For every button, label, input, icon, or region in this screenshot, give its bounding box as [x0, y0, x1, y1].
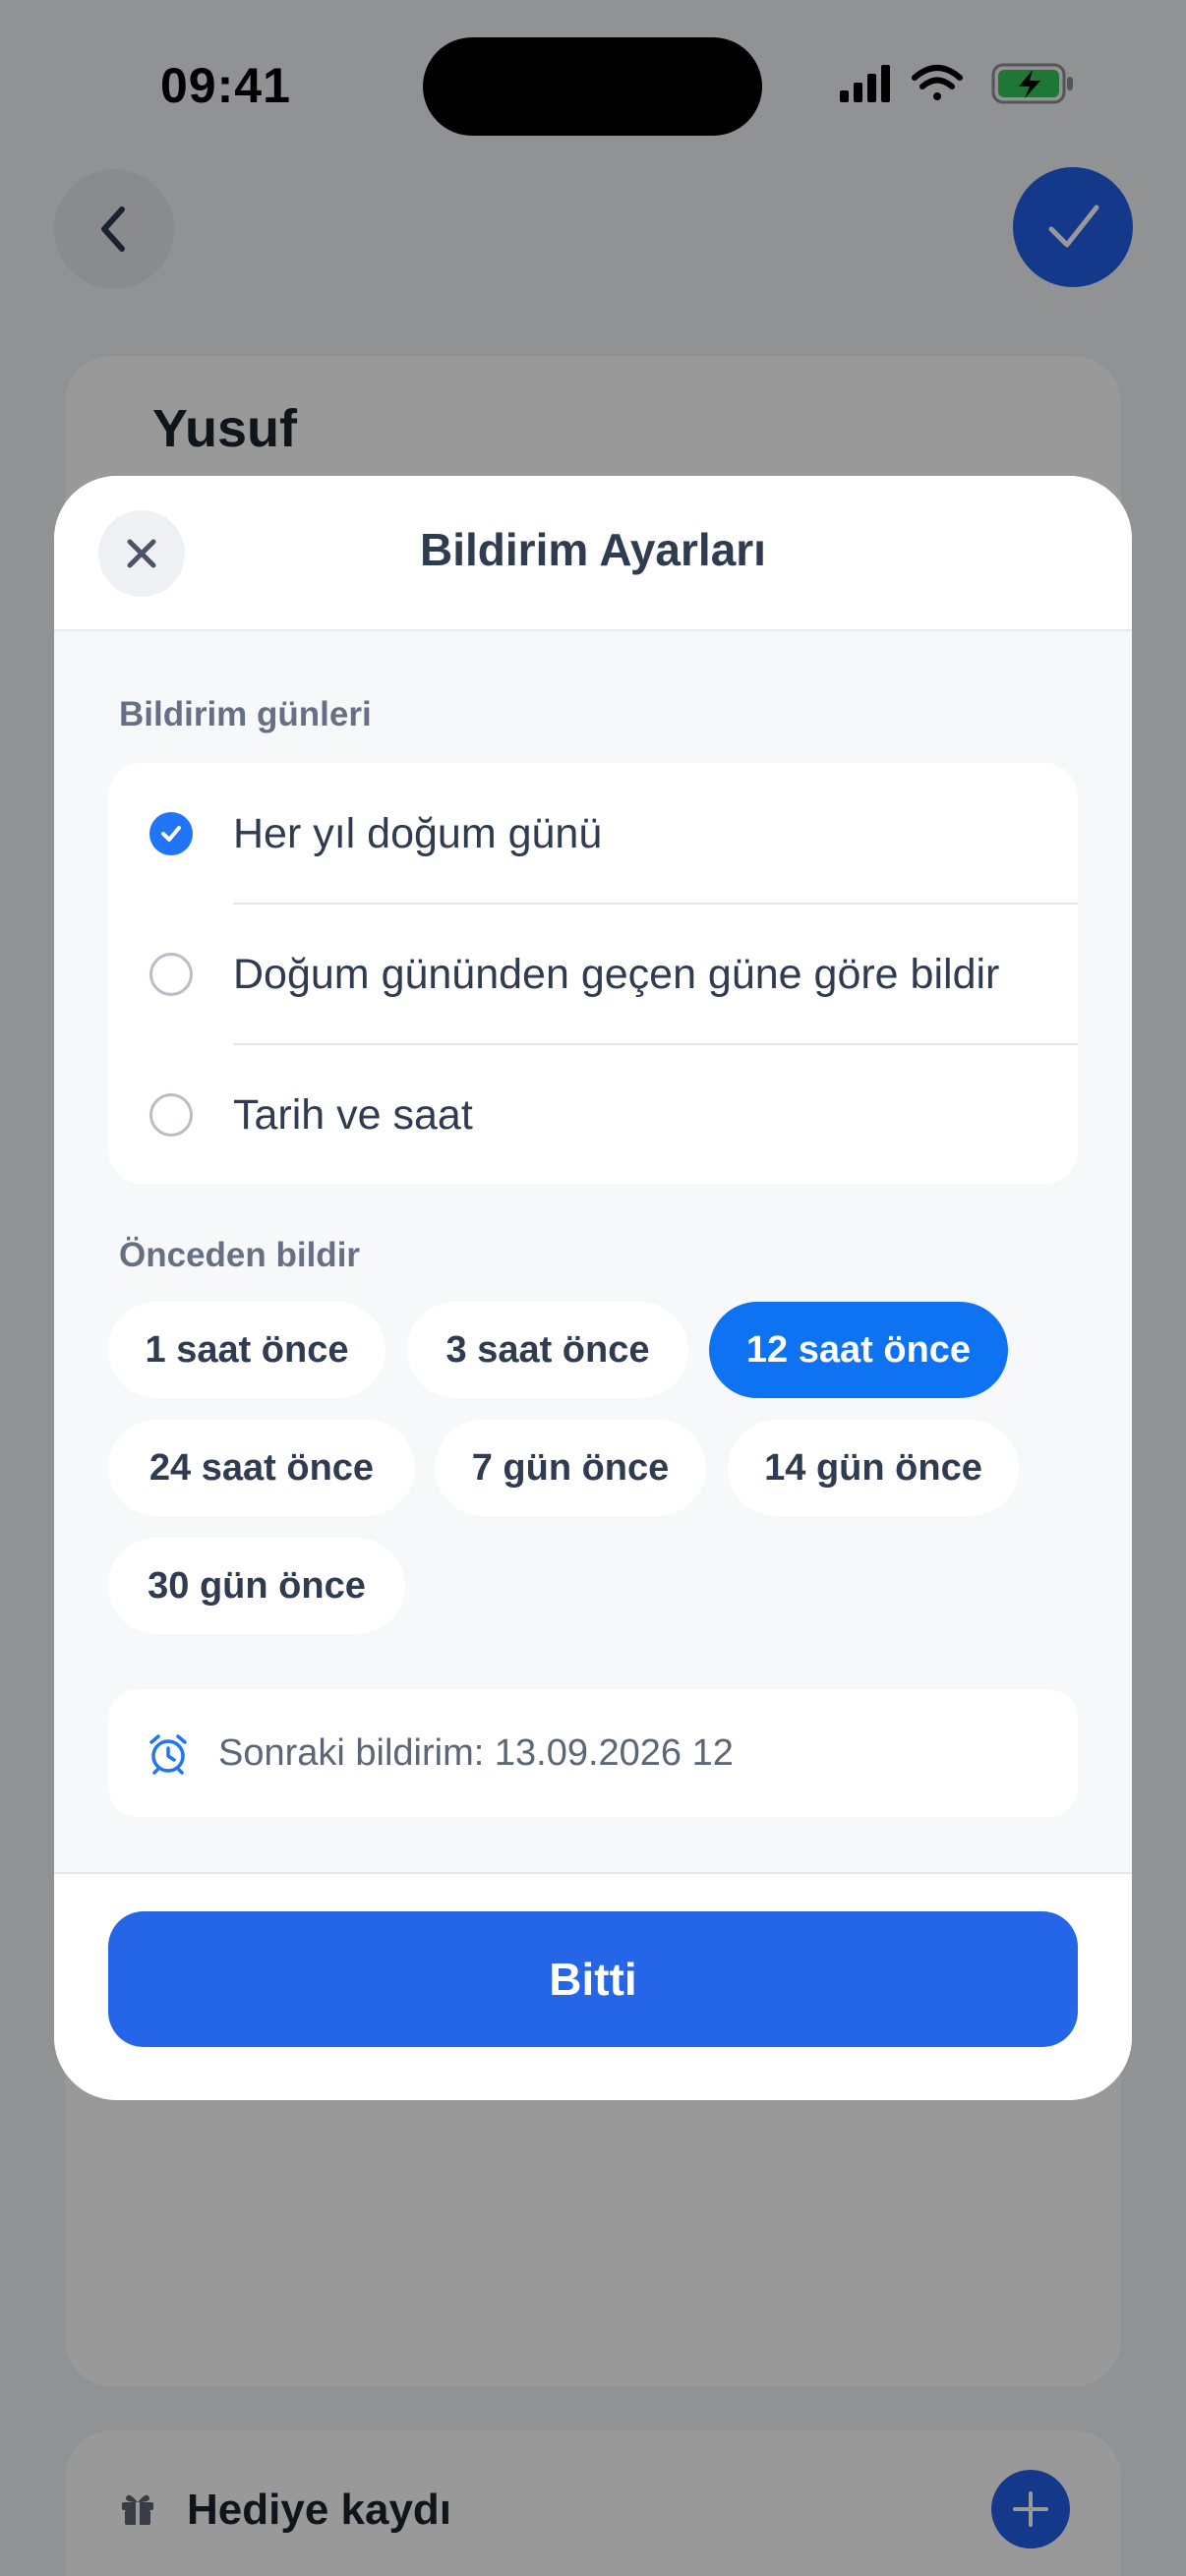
radio-unchecked-icon[interactable]: [149, 953, 193, 996]
option-every-year-birthday[interactable]: Her yıl doğum günü: [108, 763, 1078, 903]
advance-notice-chips: 1 saat önce 3 saat önce 12 saat önce 24 …: [108, 1302, 1078, 1636]
next-notification-text: Sonraki bildirim: 13.09.2026 12: [218, 1732, 734, 1774]
sheet-title: Bildirim Ayarları: [420, 524, 766, 575]
advance-section-label: Önceden bildir: [119, 1236, 361, 1274]
chip-12-hours[interactable]: 12 saat önce: [709, 1302, 1008, 1398]
next-notification-info: Sonraki bildirim: 13.09.2026 12: [108, 1689, 1078, 1817]
chip-30-days[interactable]: 30 gün önce: [108, 1538, 405, 1634]
checkmark-icon: [161, 826, 181, 842]
sheet-header: Bildirim Ayarları: [54, 476, 1132, 631]
option-days-since-birthday[interactable]: Doğum gününden geçen güne göre bildir: [108, 904, 1078, 1043]
option-label: Doğum gününden geçen güne göre bildir: [233, 951, 1000, 998]
option-date-and-time[interactable]: Tarih ve saat: [108, 1044, 1078, 1184]
chip-3-hours[interactable]: 3 saat önce: [407, 1302, 688, 1398]
chip-24-hours[interactable]: 24 saat önce: [108, 1420, 415, 1516]
chip-14-days[interactable]: 14 gün önce: [728, 1420, 1019, 1516]
sheet-footer: Bitti: [54, 1872, 1132, 2100]
option-label: Her yıl doğum günü: [233, 810, 603, 857]
chip-1-hour[interactable]: 1 saat önce: [108, 1302, 385, 1398]
alarm-clock-icon: [149, 1734, 187, 1775]
chip-7-days[interactable]: 7 gün önce: [435, 1420, 706, 1516]
done-button[interactable]: Bitti: [108, 1911, 1078, 2047]
radio-checked-icon[interactable]: [149, 812, 193, 855]
notification-days-options: Her yıl doğum günü Doğum gününden geçen …: [108, 763, 1078, 1184]
notification-settings-sheet: Bildirim Ayarları Bildirim günleri Her y…: [54, 476, 1132, 2100]
radio-unchecked-icon[interactable]: [149, 1093, 193, 1137]
option-label: Tarih ve saat: [233, 1091, 473, 1139]
days-section-label: Bildirim günleri: [119, 695, 372, 733]
